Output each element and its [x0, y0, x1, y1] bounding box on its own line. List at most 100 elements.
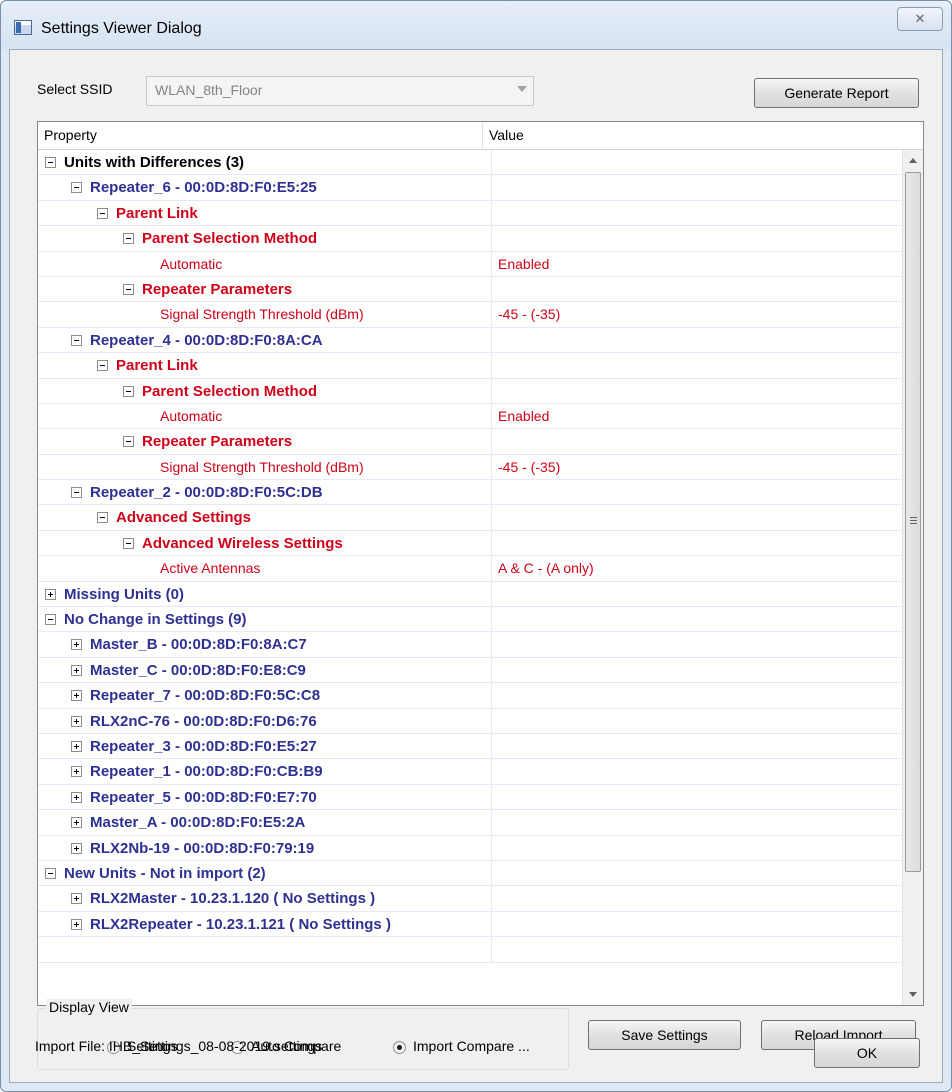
generate-report-button[interactable]: Generate Report — [754, 78, 919, 108]
tree-row-property: Master_C - 00:0D:8D:F0:E8:C9 — [90, 661, 306, 679]
tree-row-property: Automatic — [160, 407, 223, 424]
tree-row-value: Enabled — [491, 251, 549, 277]
collapse-minus-icon[interactable] — [71, 334, 82, 346]
tree-row[interactable]: Units with Differences (3) — [38, 150, 902, 176]
tree-row[interactable]: Parent Link — [38, 200, 902, 227]
scroll-down-arrow-icon[interactable] — [909, 992, 917, 997]
tree-row[interactable]: Automatic Enabled — [38, 403, 902, 430]
tree-row-property: Repeater_7 - 00:0D:8D:F0:5C:C8 — [90, 687, 321, 705]
collapse-minus-icon[interactable] — [71, 182, 82, 194]
tree-row[interactable]: Automatic Enabled — [38, 251, 902, 277]
collapse-minus-icon[interactable] — [97, 512, 108, 524]
tree-row-value: A & C - (A only) — [491, 556, 594, 582]
radio-import-compare[interactable] — [393, 1041, 406, 1054]
tree-row[interactable]: Active Antennas A & C - (A only) — [38, 556, 902, 582]
tree-row[interactable]: Master_C - 00:0D:8D:F0:E8:C9 — [38, 657, 902, 684]
tree-row-property: Advanced Wireless Settings — [142, 534, 343, 552]
tree-row[interactable]: Repeater_4 - 00:0D:8D:F0:8A:CA — [38, 327, 902, 354]
collapse-minus-icon[interactable] — [123, 283, 134, 295]
tree-row-property: Parent Link — [116, 204, 198, 222]
tree-row[interactable]: RLX2nC-76 - 00:0D:8D:F0:D6:76 — [38, 708, 902, 734]
expand-plus-icon[interactable] — [71, 918, 82, 930]
scroll-thumb[interactable] — [905, 172, 921, 872]
expand-plus-icon[interactable] — [71, 817, 82, 829]
expand-plus-icon[interactable] — [71, 639, 82, 651]
tree-row[interactable]: New Units - Not in import (2) — [38, 860, 902, 887]
ssid-dropdown[interactable]: WLAN_8th_Floor — [146, 76, 534, 106]
tree-row[interactable]: Advanced Wireless Settings — [38, 530, 902, 557]
save-settings-button[interactable]: Save Settings — [588, 1020, 741, 1050]
tree-row-property: No Change in Settings (9) — [64, 611, 247, 629]
tree-row-property: Parent Selection Method — [142, 382, 318, 400]
tree-row[interactable]: Repeater Parameters — [38, 276, 902, 303]
tree-row[interactable]: RLX2Repeater - 10.23.1.121 ( No Settings… — [38, 911, 902, 938]
collapse-minus-icon[interactable] — [45, 867, 56, 879]
tree-row[interactable]: Master_A - 00:0D:8D:F0:E5:2A — [38, 810, 902, 836]
scroll-up-arrow-icon[interactable] — [909, 158, 917, 163]
collapse-minus-icon[interactable] — [123, 537, 134, 549]
tree-row[interactable]: Signal Strength Threshold (dBm) -45 - (-3… — [38, 454, 902, 481]
tree-row-value — [491, 226, 498, 252]
tree-row[interactable]: Repeater_5 - 00:0D:8D:F0:E7:70 — [38, 784, 902, 811]
expand-plus-icon[interactable] — [71, 766, 82, 778]
collapse-minus-icon[interactable] — [123, 436, 134, 448]
chevron-down-icon[interactable] — [517, 86, 527, 92]
collapse-minus-icon[interactable] — [97, 207, 108, 219]
tree-row[interactable]: No Change in Settings (9) — [38, 607, 902, 633]
tree-row[interactable]: Missing Units (0) — [38, 581, 902, 608]
expand-plus-icon[interactable] — [71, 690, 82, 702]
tree-row[interactable]: Repeater_6 - 00:0D:8D:F0:E5:25 — [38, 175, 902, 201]
scroll-grip-icon — [910, 517, 917, 524]
expand-plus-icon[interactable] — [71, 740, 82, 752]
tree-row[interactable]: RLX2Nb-19 - 00:0D:8D:F0:79:19 — [38, 835, 902, 861]
tree-row-property: Parent Selection Method — [142, 230, 318, 248]
radio-import-compare-label[interactable]: Import Compare ... — [413, 1038, 530, 1054]
column-header-property[interactable]: Property — [38, 122, 482, 149]
tree-row-property: Repeater_2 - 00:0D:8D:F0:5C:DB — [90, 484, 323, 502]
expand-plus-icon[interactable] — [71, 664, 82, 676]
tree-row[interactable]: Parent Selection Method — [38, 226, 902, 252]
tree-row-property: Repeater_5 - 00:0D:8D:F0:E7:70 — [90, 788, 317, 806]
tree-row-property: Automatic — [160, 255, 223, 272]
tree-row-property: Advanced Settings — [116, 509, 252, 527]
tree-row[interactable]: RLX2Master - 10.23.1.120 ( No Settings ) — [38, 886, 902, 912]
tree-row[interactable]: Repeater_2 - 00:0D:8D:F0:5C:DB — [38, 480, 902, 506]
tree-row-value: Enabled — [491, 403, 549, 429]
close-icon[interactable]: ✕ — [897, 7, 943, 31]
collapse-minus-icon[interactable] — [123, 233, 134, 245]
tree-row[interactable]: Repeater_3 - 00:0D:8D:F0:E5:27 — [38, 733, 902, 760]
tree-row-value — [491, 276, 498, 302]
dialog-client-area: Select SSID WLAN_8th_Floor Generate Repo… — [9, 49, 943, 1083]
collapse-minus-icon[interactable] — [123, 385, 134, 397]
tree-row[interactable]: Repeater_7 - 00:0D:8D:F0:5C:C8 — [38, 683, 902, 709]
expand-plus-icon[interactable] — [71, 893, 82, 905]
expand-plus-icon[interactable] — [71, 791, 82, 803]
tree-row[interactable]: Master_B - 00:0D:8D:F0:8A:C7 — [38, 632, 902, 658]
tree-row-property: Repeater Parameters — [142, 280, 293, 298]
collapse-minus-icon[interactable] — [45, 157, 56, 168]
tree-row-property: RLX2nC-76 - 00:0D:8D:F0:D6:76 — [90, 712, 317, 730]
tree-row-value: -45 - (-35) — [491, 302, 560, 328]
tree-row[interactable]: Repeater_1 - 00:0D:8D:F0:CB:B9 — [38, 759, 902, 785]
ok-button[interactable]: OK — [814, 1038, 920, 1068]
tree-row-value — [491, 683, 498, 709]
vertical-scrollbar[interactable] — [902, 150, 923, 1005]
title-bar[interactable]: Settings Viewer Dialog ✕ — [1, 1, 951, 49]
collapse-minus-icon[interactable] — [97, 360, 108, 372]
expand-plus-icon[interactable] — [71, 715, 82, 727]
tree-row-value — [491, 886, 498, 912]
collapse-minus-icon[interactable] — [45, 614, 56, 626]
column-header-value[interactable]: Value — [483, 122, 923, 149]
tree-row[interactable]: Advanced Settings — [38, 505, 902, 531]
collapse-minus-icon[interactable] — [71, 487, 82, 499]
expand-plus-icon[interactable] — [71, 842, 82, 854]
tree-row[interactable] — [38, 937, 902, 963]
tree-row[interactable]: Parent Link — [38, 353, 902, 379]
settings-tree-view[interactable]: Property Value Units with Differences (3… — [37, 121, 924, 1006]
tree-row[interactable]: Repeater Parameters — [38, 429, 902, 455]
tree-row[interactable]: Parent Selection Method — [38, 378, 902, 404]
tree-row-value — [491, 632, 498, 658]
expand-plus-icon[interactable] — [45, 588, 56, 600]
tree-row[interactable]: Signal Strength Threshold (dBm) -45 - (-3… — [38, 302, 902, 328]
tree-row-property: Repeater_1 - 00:0D:8D:F0:CB:B9 — [90, 763, 323, 781]
